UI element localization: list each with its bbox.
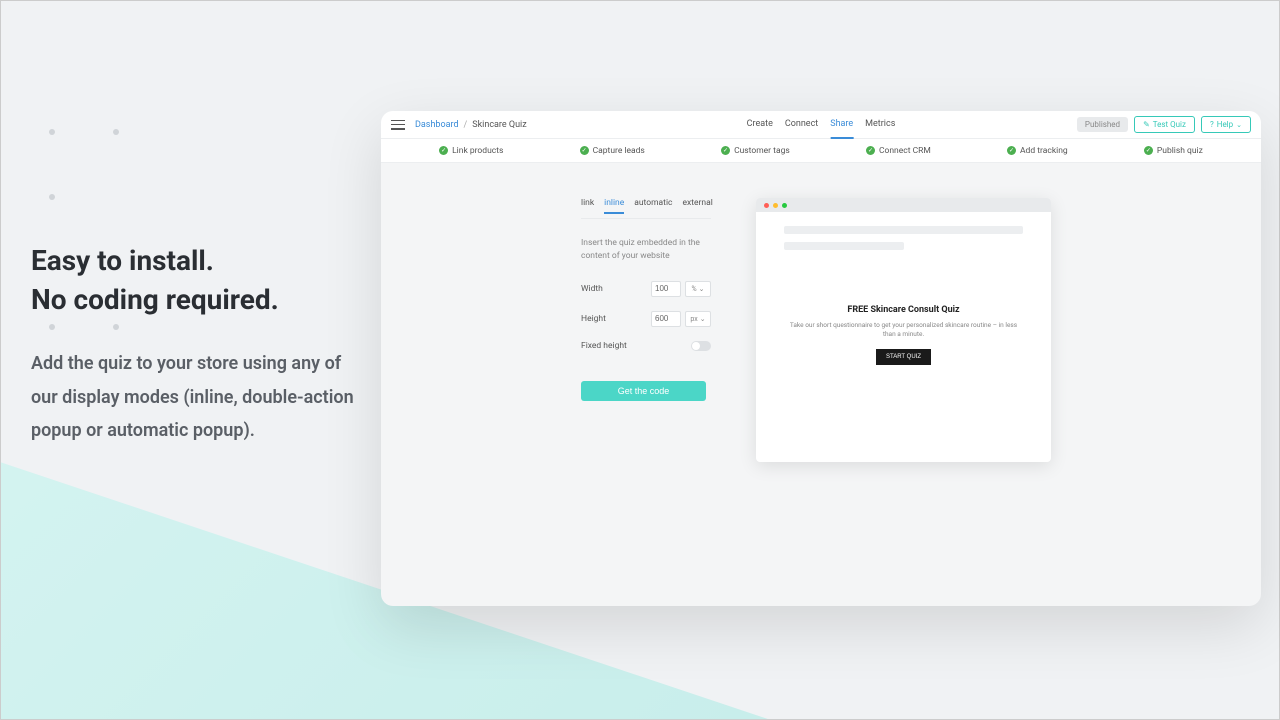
step-link-products[interactable]: ✓Link products: [439, 146, 503, 156]
help-button[interactable]: ? Help ⌄: [1201, 116, 1251, 133]
tab-create[interactable]: Create: [747, 111, 773, 139]
traffic-red-icon: [764, 203, 769, 208]
height-unit-select[interactable]: px⌄: [685, 311, 711, 327]
check-icon: ✓: [1144, 146, 1153, 155]
step-publish-quiz[interactable]: ✓Publish quiz: [1144, 146, 1203, 156]
help-icon: ?: [1210, 120, 1214, 129]
check-icon: ✓: [580, 146, 589, 155]
preview-panel: FREE Skincare Consult Quiz Take our shor…: [756, 198, 1056, 462]
steps-bar: ✓Link products ✓Capture leads ✓Customer …: [381, 139, 1261, 163]
check-icon: ✓: [721, 146, 730, 155]
breadcrumb-root[interactable]: Dashboard: [415, 120, 459, 130]
breadcrumb-current: Skincare Quiz: [472, 120, 526, 130]
get-code-button[interactable]: Get the code: [581, 381, 706, 401]
headline-1: Easy to install.: [31, 244, 214, 277]
preview-quiz-title: FREE Skincare Consult Quiz: [784, 305, 1023, 315]
mode-tab-external[interactable]: external: [682, 198, 712, 214]
height-label: Height: [581, 314, 606, 324]
width-label: Width: [581, 284, 603, 294]
skeleton-line: [784, 242, 904, 250]
width-unit-select[interactable]: %⌄: [685, 281, 711, 297]
status-badge: Published: [1077, 117, 1128, 132]
tab-connect[interactable]: Connect: [785, 111, 818, 139]
tab-metrics[interactable]: Metrics: [865, 111, 895, 139]
share-settings-panel: link inline automatic external Insert th…: [581, 198, 711, 462]
headline-2: No coding required.: [31, 283, 279, 316]
step-add-tracking[interactable]: ✓Add tracking: [1007, 146, 1068, 156]
marketing-body: Add the quiz to your store using any of …: [31, 347, 361, 447]
menu-icon[interactable]: [391, 120, 405, 130]
step-customer-tags[interactable]: ✓Customer tags: [721, 146, 790, 156]
mode-tab-automatic[interactable]: automatic: [634, 198, 672, 214]
chevron-down-icon: ⌄: [1236, 121, 1242, 129]
fixed-height-label: Fixed height: [581, 341, 627, 351]
preview-quiz-subtitle: Take our short questionnaire to get your…: [784, 321, 1023, 339]
check-icon: ✓: [1007, 146, 1016, 155]
fixed-height-toggle[interactable]: [691, 341, 711, 351]
check-icon: ✓: [439, 146, 448, 155]
traffic-yellow-icon: [773, 203, 778, 208]
step-connect-crm[interactable]: ✓Connect CRM: [866, 146, 931, 156]
step-capture-leads[interactable]: ✓Capture leads: [580, 146, 645, 156]
tab-share[interactable]: Share: [830, 111, 853, 139]
edit-icon: ✎: [1143, 120, 1150, 129]
breadcrumb: Dashboard / Skincare Quiz: [415, 120, 527, 130]
chevron-down-icon: ⌄: [700, 315, 706, 323]
height-input[interactable]: [651, 311, 681, 327]
browser-mockup: FREE Skincare Consult Quiz Take our shor…: [756, 198, 1051, 462]
width-input[interactable]: [651, 281, 681, 297]
breadcrumb-sep: /: [464, 120, 468, 130]
chevron-down-icon: ⌄: [699, 285, 705, 293]
marketing-headline: Easy to install. No coding required.: [31, 241, 361, 319]
top-tabs: Create Connect Share Metrics: [747, 111, 896, 139]
traffic-green-icon: [782, 203, 787, 208]
mode-tab-inline[interactable]: inline: [604, 198, 624, 214]
mode-tab-link[interactable]: link: [581, 198, 594, 214]
app-window: Dashboard / Skincare Quiz Create Connect…: [381, 111, 1261, 606]
test-quiz-button[interactable]: ✎ Test Quiz: [1134, 116, 1195, 133]
mode-description: Insert the quiz embedded in the content …: [581, 237, 711, 263]
preview-start-quiz-button[interactable]: START QUIZ: [876, 349, 931, 365]
check-icon: ✓: [866, 146, 875, 155]
skeleton-line: [784, 226, 1023, 234]
